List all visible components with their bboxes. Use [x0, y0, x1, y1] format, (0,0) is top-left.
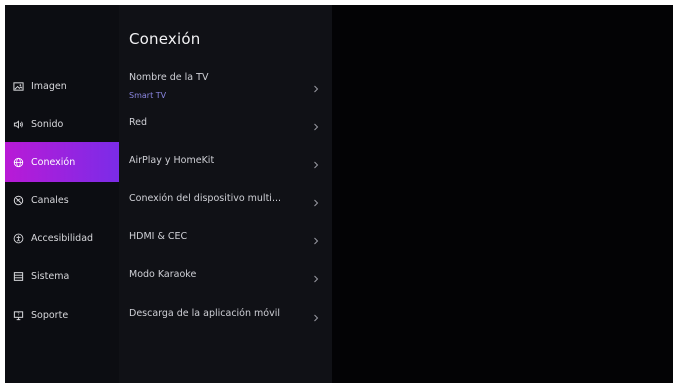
chevron-right-icon — [312, 117, 320, 131]
sidebar-item-label: Soporte — [31, 309, 69, 321]
sidebar-item-label: Sistema — [31, 270, 70, 282]
content-background — [332, 5, 673, 383]
chevron-right-icon — [312, 193, 320, 207]
connection-settings-panel: Conexión Nombre de la TV Smart TV Red Ai… — [119, 5, 332, 383]
globe-icon — [13, 157, 24, 168]
sidebar-item-accesibilidad[interactable]: Accesibilidad — [5, 219, 119, 257]
setting-row-red[interactable]: Red — [119, 105, 332, 143]
setting-value: Smart TV — [129, 91, 167, 100]
svg-text:?: ? — [17, 312, 19, 317]
chevron-right-icon — [312, 269, 320, 283]
support-icon: ? — [13, 310, 24, 321]
picture-icon — [13, 81, 24, 92]
page-title: Conexión — [129, 30, 201, 48]
setting-row-hdmi-cec[interactable]: HDMI & CEC — [119, 219, 332, 257]
speaker-icon — [13, 119, 24, 130]
sidebar-item-label: Imagen — [31, 80, 67, 92]
list-icon — [13, 271, 24, 282]
chevron-right-icon — [312, 308, 320, 322]
setting-label: Descarga de la aplicación móvil — [129, 308, 280, 319]
tv-settings-screen: Imagen Sonido Conexión Canales Accesibil — [5, 5, 673, 383]
setting-label: HDMI & CEC — [129, 231, 188, 242]
sidebar-item-label: Accesibilidad — [31, 232, 94, 244]
setting-label: Nombre de la TV — [129, 72, 209, 83]
setting-row-app-download[interactable]: Descarga de la aplicación móvil — [119, 296, 332, 334]
setting-label: Conexión del dispositivo multi... — [129, 193, 281, 204]
setting-row-karaoke[interactable]: Modo Karaoke — [119, 257, 332, 295]
sidebar-item-imagen[interactable]: Imagen — [5, 67, 119, 105]
sidebar-item-label: Sonido — [31, 118, 64, 130]
setting-label: AirPlay y HomeKit — [129, 155, 215, 166]
sidebar-item-conexion[interactable]: Conexión — [5, 142, 121, 182]
sidebar-item-label: Canales — [31, 194, 69, 206]
setting-row-tv-name[interactable]: Nombre de la TV Smart TV — [119, 67, 332, 105]
sidebar-item-canales[interactable]: Canales — [5, 181, 119, 219]
sidebar-item-sistema[interactable]: Sistema — [5, 257, 119, 295]
sidebar-item-label: Conexión — [31, 156, 76, 168]
sidebar-item-sonido[interactable]: Sonido — [5, 105, 119, 143]
setting-label: Red — [129, 117, 148, 128]
settings-sidebar: Imagen Sonido Conexión Canales Accesibil — [5, 5, 121, 383]
chevron-right-icon — [312, 155, 320, 169]
setting-row-airplay[interactable]: AirPlay y HomeKit — [119, 143, 332, 181]
setting-label: Modo Karaoke — [129, 269, 197, 280]
setting-row-multi-device[interactable]: Conexión del dispositivo multi... — [119, 181, 332, 219]
chevron-right-icon — [312, 79, 320, 93]
satellite-icon — [13, 195, 24, 206]
chevron-right-icon — [312, 231, 320, 245]
accessibility-icon — [13, 233, 24, 244]
sidebar-item-soporte[interactable]: ? Soporte — [5, 296, 119, 334]
